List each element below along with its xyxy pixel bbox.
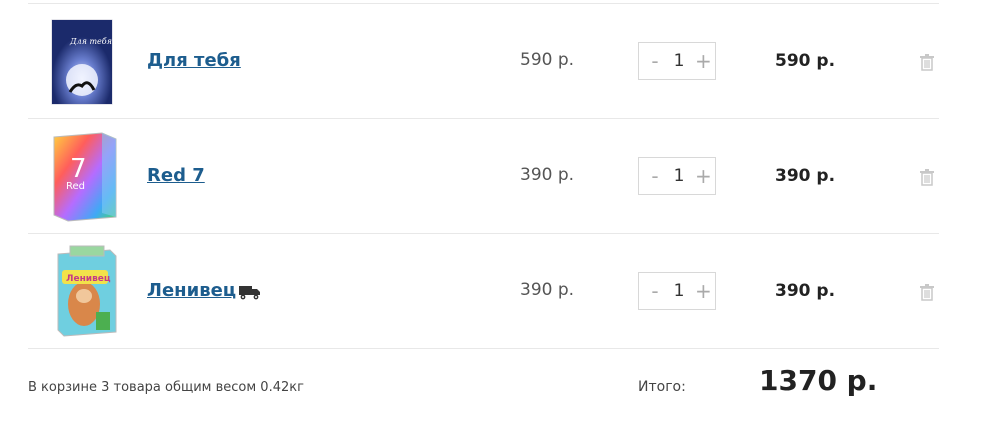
product-name-link[interactable]: Ленивец (147, 280, 236, 301)
svg-text:Для тебя: Для тебя (69, 37, 112, 46)
svg-text:Ленивец: Ленивец (66, 274, 111, 284)
product-total: 390 р. (775, 166, 836, 186)
quantity-value[interactable]: 1 (674, 166, 685, 186)
quantity-value[interactable]: 1 (674, 281, 685, 301)
product-price: 390 р. (520, 165, 575, 185)
product-name-link[interactable]: Red 7 (147, 165, 205, 186)
product-name-link[interactable]: Для тебя (147, 50, 241, 71)
truck-icon (239, 286, 260, 300)
quantity-increase-button[interactable]: + (695, 281, 712, 301)
quantity-stepper: - 1 + (638, 272, 716, 310)
quantity-increase-button[interactable]: + (695, 51, 712, 71)
quantity-stepper: - 1 + (638, 42, 716, 80)
product-box-sloth-icon[interactable]: Ленивец (40, 244, 120, 339)
cart-total-label: Итого: (638, 379, 686, 395)
quantity-increase-button[interactable]: + (695, 166, 712, 186)
quantity-decrease-button[interactable]: - (647, 166, 663, 186)
product-total: 390 р. (775, 281, 836, 301)
quantity-stepper: - 1 + (638, 157, 716, 195)
svg-text:Red: Red (66, 181, 85, 192)
product-box-rainbow-icon[interactable]: 7 Red (40, 129, 120, 224)
trash-icon[interactable] (919, 283, 935, 301)
quantity-decrease-button[interactable]: - (647, 51, 663, 71)
product-total: 590 р. (775, 51, 836, 71)
product-price: 390 р. (520, 280, 575, 300)
cart-total-value: 1370 р. (759, 364, 878, 397)
quantity-decrease-button[interactable]: - (647, 281, 663, 301)
cart-row: 7 Red Red 7 390 р. - 1 + 390 р. (28, 119, 939, 234)
svg-text:7: 7 (70, 154, 87, 184)
product-price: 590 р. (520, 50, 575, 70)
cart-row: Ленивец Ленивец 390 р. - 1 + 390 р. (28, 234, 939, 349)
quantity-value[interactable]: 1 (674, 51, 685, 71)
trash-icon[interactable] (919, 168, 935, 186)
cart-row: Для тебя Для тебя 590 р. - 1 + 590 р. (28, 4, 939, 119)
product-box-night-icon[interactable]: Для тебя (40, 14, 120, 109)
trash-icon[interactable] (919, 53, 935, 71)
cart-summary-text: В корзине 3 товара общим весом 0.42кг (28, 380, 304, 395)
